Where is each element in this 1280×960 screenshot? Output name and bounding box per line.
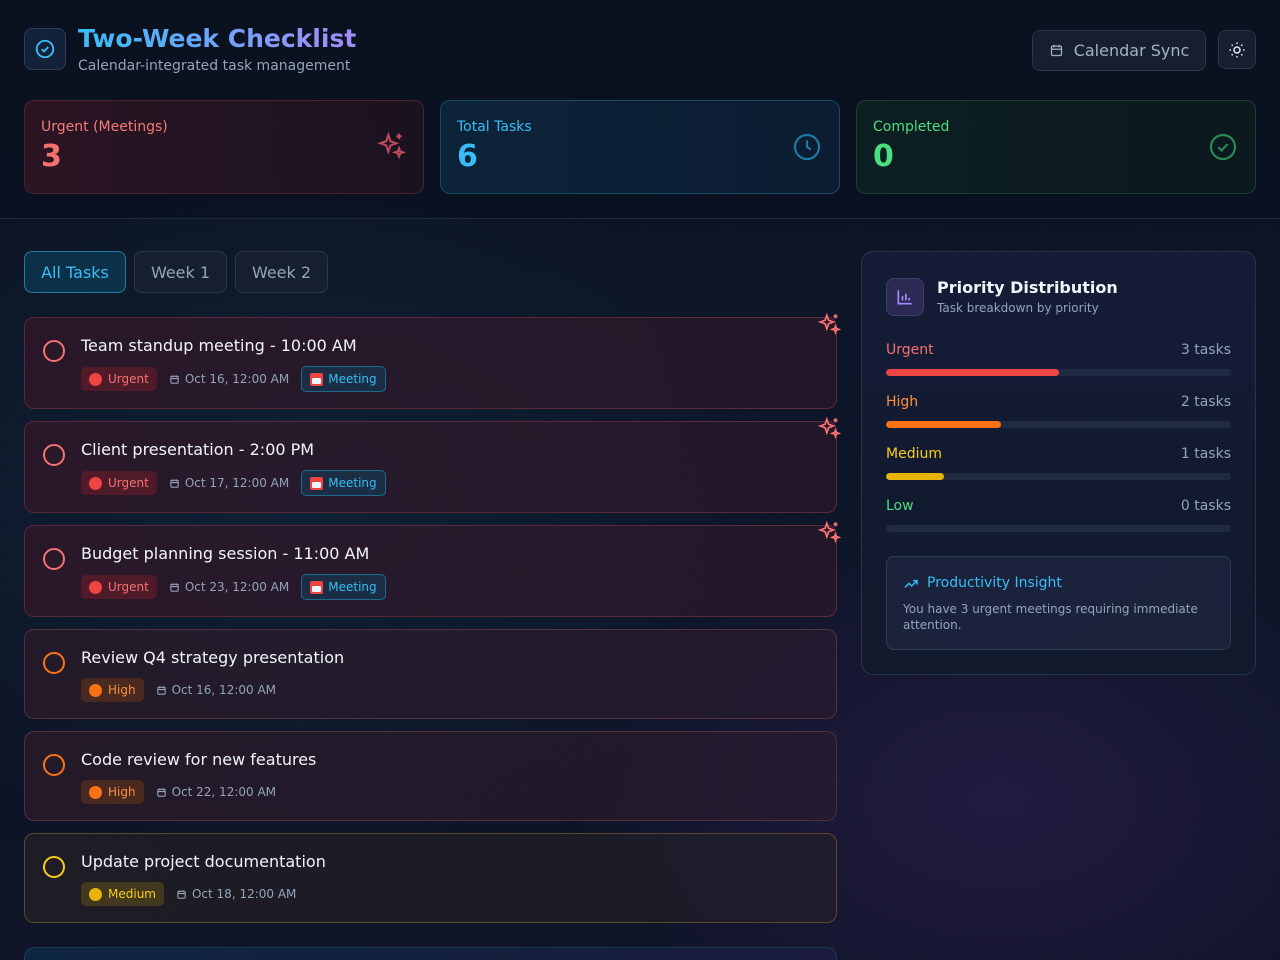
total-tasks-stat-card: Total Tasks 6 <box>440 100 840 194</box>
urgent-stat-card: Urgent (Meetings) 3 <box>24 100 424 194</box>
tab-week-2[interactable]: Week 2 <box>235 251 328 293</box>
priority-badge: Urgent <box>81 367 157 391</box>
check-circle-icon <box>1209 133 1237 161</box>
calendar-sync-button[interactable]: Calendar Sync <box>1032 30 1206 71</box>
calendar-icon <box>177 889 186 899</box>
calendar-icon <box>310 372 324 386</box>
urgent-stat-label: Urgent (Meetings) <box>41 119 168 135</box>
priority-count: 3 tasks <box>1180 342 1231 358</box>
task-item[interactable]: Code review for new features High Oct 22… <box>24 731 837 821</box>
task-title: Client presentation - 2:00 PM <box>81 440 315 459</box>
app-subtitle: Calendar-integrated task management <box>78 58 351 74</box>
calendar-icon <box>170 478 179 488</box>
task-date: Oct 23, 12:00 AM <box>169 580 289 594</box>
task-item[interactable]: Team standup meeting - 10:00 AM Urgent O… <box>24 312 842 409</box>
priority-badge: Medium <box>81 882 164 906</box>
task-item[interactable]: Review Q4 strategy presentation High Oct… <box>24 629 837 719</box>
urgent-stat-value: 3 <box>41 139 62 174</box>
meeting-tag: Meeting <box>301 470 386 496</box>
meeting-tag: Meeting <box>301 574 386 600</box>
priority-distribution-panel: Priority Distribution Task breakdown by … <box>861 251 1256 675</box>
priority-label: Low <box>886 498 914 514</box>
completed-stat-card: Completed 0 <box>856 100 1256 194</box>
meeting-tag: Meeting <box>301 366 386 392</box>
check-circle-icon <box>24 28 66 70</box>
calendar-icon <box>156 787 166 797</box>
priority-count: 1 tasks <box>1180 446 1231 462</box>
clock-icon <box>793 133 821 161</box>
sparkles-icon <box>817 416 842 440</box>
completed-stat-label: Completed <box>873 119 950 135</box>
bar-chart-icon <box>886 278 924 316</box>
priority-label: High <box>886 394 919 410</box>
productivity-insight: Productivity Insight You have 3 urgent m… <box>886 556 1231 650</box>
task-title: Update project documentation <box>81 852 326 871</box>
theme-toggle-button[interactable] <box>1218 30 1256 69</box>
task-checkbox[interactable] <box>43 754 65 776</box>
sparkles-icon <box>377 131 407 160</box>
total-stat-label: Total Tasks <box>457 119 532 135</box>
task-title: Code review for new features <box>81 750 317 769</box>
panel-subtitle: Task breakdown by priority <box>937 301 1099 315</box>
calendar-icon <box>310 580 324 594</box>
task-checkbox[interactable] <box>43 340 65 362</box>
task-date: Oct 16, 12:00 AM <box>169 372 289 386</box>
calendar-icon <box>170 582 179 592</box>
task-checkbox[interactable] <box>43 856 65 878</box>
tab-week-1[interactable]: Week 1 <box>134 251 227 293</box>
task-title: Review Q4 strategy presentation <box>81 648 345 667</box>
sparkles-icon <box>817 520 842 544</box>
task-title: Budget planning session - 11:00 AM <box>81 544 370 563</box>
task-checkbox[interactable] <box>43 548 65 570</box>
priority-badge: Urgent <box>81 575 157 599</box>
task-date: Oct 18, 12:00 AM <box>176 887 296 901</box>
task-item[interactable]: Budget planning session - 11:00 AM Urgen… <box>24 520 842 617</box>
sun-icon <box>1229 42 1245 57</box>
priority-label: Medium <box>886 446 942 462</box>
app-title: Two-Week Checklist <box>78 24 357 53</box>
task-item[interactable] <box>24 947 837 960</box>
task-checkbox[interactable] <box>43 444 65 466</box>
sparkles-icon <box>817 312 842 336</box>
calendar-sync-label: Calendar Sync <box>1073 41 1190 60</box>
header: Two-Week Checklist Calendar-integrated t… <box>0 0 1280 219</box>
calendar-icon <box>1050 44 1062 57</box>
priority-bar-fill <box>886 421 1001 428</box>
calendar-icon <box>156 685 166 695</box>
calendar-icon <box>310 476 324 490</box>
task-date: Oct 22, 12:00 AM <box>156 785 276 799</box>
priority-count: 2 tasks <box>1180 394 1231 410</box>
task-item[interactable]: Client presentation - 2:00 PM Urgent Oct… <box>24 416 842 513</box>
total-stat-value: 6 <box>457 139 478 174</box>
insight-text: You have 3 urgent meetings requiring imm… <box>903 602 1198 632</box>
calendar-icon <box>170 374 179 384</box>
trending-up-icon <box>904 579 918 588</box>
task-checkbox[interactable] <box>43 652 65 674</box>
task-item[interactable]: Update project documentation Medium Oct … <box>24 833 837 923</box>
completed-stat-value: 0 <box>873 139 894 174</box>
panel-title: Priority Distribution <box>937 278 1118 297</box>
priority-count: 0 tasks <box>1180 498 1231 514</box>
task-date: Oct 17, 12:00 AM <box>169 476 289 490</box>
priority-badge: Urgent <box>81 471 157 495</box>
insight-title: Productivity Insight <box>927 575 1062 591</box>
task-date: Oct 16, 12:00 AM <box>156 683 276 697</box>
priority-label: Urgent <box>886 342 934 358</box>
priority-badge: High <box>81 678 144 702</box>
priority-bar-fill <box>886 473 944 480</box>
priority-badge: High <box>81 780 144 804</box>
tab-all-tasks[interactable]: All Tasks <box>24 251 126 293</box>
task-title: Team standup meeting - 10:00 AM <box>81 336 357 355</box>
priority-bar-fill <box>886 369 1059 376</box>
